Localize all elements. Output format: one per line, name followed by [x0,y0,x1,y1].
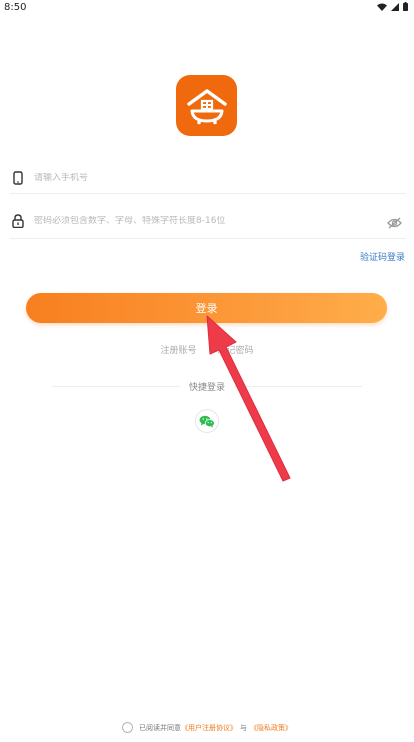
login-button-label: 登录 [195,302,218,315]
phone-input[interactable] [34,173,364,183]
privacy-policy-link[interactable]: 《隐私政策》 [250,723,292,733]
phone-icon [10,170,26,186]
app-logo [176,75,237,136]
house-cart-icon [186,88,227,124]
agreement-prefix: 已阅读并同意 [139,723,181,732]
user-agreement-link[interactable]: 《用户注册协议》 [181,723,237,733]
wechat-login-button[interactable] [195,409,219,433]
forgot-password-link[interactable]: 忘记密码 [217,346,253,356]
agreement-conjunction: 与 [240,723,247,732]
login-button[interactable]: 登录 [26,293,387,323]
phone-field-row [10,165,406,191]
sms-login-link[interactable]: 验证码登录 [360,250,405,263]
password-divider [10,238,406,239]
wechat-icon [199,415,215,428]
phone-divider [10,193,406,194]
lock-icon [10,213,26,229]
eye-off-icon[interactable] [387,214,402,233]
status-bar: 8:50 [0,0,414,16]
status-icons [377,2,408,11]
wifi-icon [377,3,387,11]
password-input[interactable] [34,216,364,226]
agreement-row: 已阅读并同意 《用户注册协议》 与 《隐私政策》 [0,722,414,733]
agreement-checkbox[interactable] [122,722,133,733]
account-links: 注册账号 忘记密码 [0,343,414,356]
register-link[interactable]: 注册账号 [161,346,197,356]
quick-login-label: 快捷登录 [188,383,225,393]
password-field-row [10,208,406,234]
battery-icon [403,2,408,11]
status-time: 8:50 [4,2,27,13]
signal-icon [391,2,399,11]
